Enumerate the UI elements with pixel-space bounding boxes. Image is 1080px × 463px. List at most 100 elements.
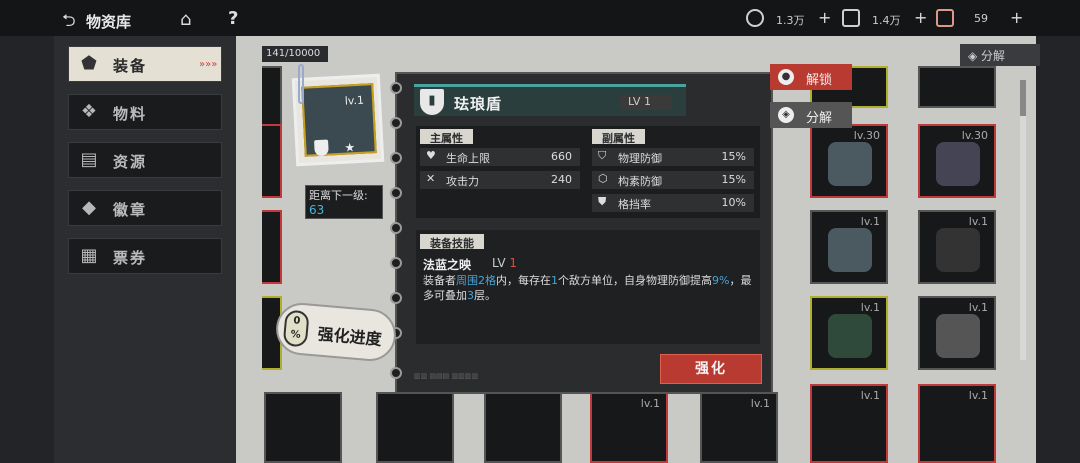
inventory-scrollbar[interactable]: [1020, 80, 1026, 360]
item-card-level: lv.1: [344, 93, 365, 108]
item-level: lv.1: [860, 215, 880, 228]
sidebar-item-equipment[interactable]: ⬟ 装备 »»»: [68, 46, 222, 82]
ring: [390, 187, 402, 199]
skill-level: LV 1: [492, 256, 517, 270]
grid-cell[interactable]: lv.1: [810, 384, 888, 463]
grid-cell[interactable]: [918, 66, 996, 108]
grid-cell[interactable]: lv.30: [918, 124, 996, 198]
skill-description: 装备者周围2格内，每存在1个敌方单位，自身物理防御提高9%，最多可叠加3层。: [423, 273, 755, 303]
grid-cell[interactable]: lv.1: [918, 210, 996, 284]
ticket-icon: ▦: [80, 245, 98, 266]
item-card: lv.1 ★: [291, 73, 385, 167]
ring: [390, 222, 402, 234]
desc-highlight: 3: [467, 289, 474, 302]
skill-level-prefix: LV: [492, 256, 506, 270]
grid-cell[interactable]: lv.1: [918, 384, 996, 463]
decompose-mode-button[interactable]: ◈ 分解: [960, 44, 1040, 66]
item-level: lv.30: [853, 129, 880, 142]
resource-value: 59: [974, 12, 988, 25]
ticket-icon: [936, 9, 954, 27]
ring: [390, 367, 402, 379]
paperclip-icon: [298, 64, 304, 104]
back-icon[interactable]: ⮌: [62, 8, 76, 37]
attr-value: 15%: [721, 173, 746, 186]
item-header: ▮ 珐琅盾 LV 1: [414, 84, 686, 116]
grid-cell-partial[interactable]: [262, 210, 282, 284]
attr-name: 构素防御: [618, 175, 662, 188]
attr-name: 物理防御: [618, 152, 662, 165]
grid-cell[interactable]: lv.30: [810, 124, 888, 198]
unlock-label: 解锁: [806, 73, 833, 88]
grid-cell[interactable]: lv.1: [918, 296, 996, 370]
sub-attr-row: ⛉ 物理防御 15%: [592, 148, 754, 166]
grid-cell[interactable]: lv.1: [590, 392, 668, 463]
item-art: [828, 228, 872, 272]
grid-cell[interactable]: lv.1: [810, 296, 888, 370]
resource-value: 1.3万: [776, 14, 805, 27]
add-alloy-button[interactable]: +: [914, 8, 927, 27]
sidebar-item-resources[interactable]: ▤ 资源: [68, 142, 222, 178]
decompose-icon: ◈: [778, 107, 794, 123]
ring: [390, 257, 402, 269]
shield-icon: ▮: [420, 89, 444, 115]
item-level: lv.1: [968, 301, 988, 314]
shield-icon: [314, 139, 329, 157]
add-ticket-button[interactable]: +: [1010, 8, 1023, 27]
item-art: [828, 314, 872, 358]
sidebar-item-label: 装备: [113, 57, 148, 75]
sidebar-item-tickets[interactable]: ▦ 票券: [68, 238, 222, 274]
decompose-button[interactable]: ◈ 分解: [770, 102, 852, 128]
lock-icon: ●: [778, 69, 794, 85]
sub-attr-row: ⛊ 格挡率 10%: [592, 194, 754, 212]
equipment-icon: ⬟: [81, 53, 97, 74]
item-level: lv.1: [968, 215, 988, 228]
next-level-label: 距离下一级:: [309, 189, 368, 202]
materials-icon: ❖: [80, 101, 98, 122]
page-title: 物资库: [86, 13, 132, 31]
count-current: 141: [266, 48, 286, 59]
item-level: lv.1: [750, 397, 770, 410]
desc-highlight: 1: [551, 274, 558, 287]
home-icon[interactable]: ⌂: [180, 9, 191, 30]
ring: [390, 117, 402, 129]
add-gear-coin-button[interactable]: +: [818, 8, 831, 27]
scrollbar-thumb[interactable]: [1020, 80, 1026, 116]
progress-percent: 0%: [282, 309, 310, 348]
star-icon: ★: [344, 140, 356, 155]
resources-icon: ▤: [80, 149, 98, 170]
grid-cell[interactable]: [264, 392, 342, 463]
main-attr-row: ✕ 攻击力 240: [420, 171, 580, 189]
grid-cell[interactable]: [376, 392, 454, 463]
ring: [390, 152, 402, 164]
sidebar-item-badges[interactable]: ◆ 徽章: [68, 190, 222, 226]
inventory-screen: ⮌ 物资库 ⌂ ? 1.3万 + 1.4万 + 59 + ⬟ 装备 »»» ❖ …: [0, 0, 1080, 463]
decompose-label: 分解: [806, 111, 833, 126]
attr-value: 10%: [721, 196, 746, 209]
attr-name: 生命上限: [446, 152, 490, 165]
next-level-info: 距离下一级: 63: [305, 185, 383, 219]
enhance-button[interactable]: 强化: [660, 354, 762, 384]
item-level: lv.1: [968, 389, 988, 402]
item-art: [828, 142, 872, 186]
decompose-label: 分解: [981, 49, 1006, 63]
sidebar-item-materials[interactable]: ❖ 物料: [68, 94, 222, 130]
item-level: lv.1: [640, 397, 660, 410]
item-art: [936, 228, 980, 272]
resource-value: 1.4万: [872, 14, 901, 27]
resource-ticket: 59 +: [936, 8, 1026, 27]
shield-icon: ⛉: [598, 149, 607, 162]
grid-cell[interactable]: lv.1: [810, 210, 888, 284]
sidebar-item-label: 徽章: [113, 201, 148, 219]
next-level-value: 63: [309, 203, 325, 217]
crossed-swords-icon: ✕: [426, 172, 436, 185]
grid-cell[interactable]: lv.1: [700, 392, 778, 463]
main-attr-title: 主属性: [420, 129, 473, 145]
attr-value: 240: [551, 173, 572, 186]
ring: [390, 292, 402, 304]
grid-cell-partial[interactable]: [262, 124, 282, 198]
help-icon[interactable]: ?: [228, 8, 238, 29]
heart-icon: ♥: [426, 149, 436, 162]
grid-cell[interactable]: [484, 392, 562, 463]
item-art: [936, 142, 980, 186]
unlock-button[interactable]: ● 解锁: [770, 64, 852, 90]
